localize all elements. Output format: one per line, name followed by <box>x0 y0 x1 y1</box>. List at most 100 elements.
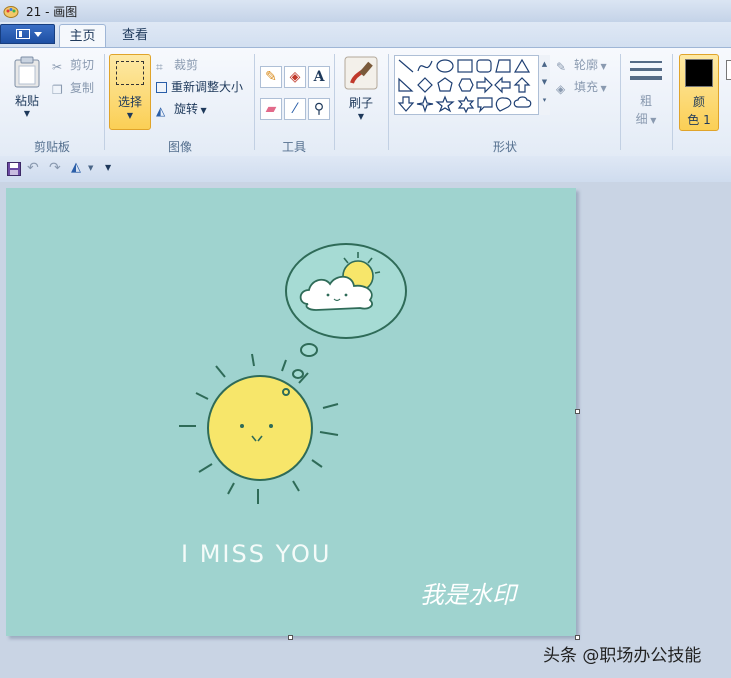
tools-group-label: 工具 <box>281 140 306 154</box>
cloud-callout-shape-icon <box>513 96 532 108</box>
polygon-shape-icon <box>495 59 511 73</box>
up-arrow-shape-icon <box>513 77 531 93</box>
pentagon-shape-icon <box>437 77 453 92</box>
right-triangle-shape-icon <box>398 77 414 92</box>
rotate-icon: ◭ <box>156 104 166 118</box>
fill-bucket-icon: ◈ <box>556 82 566 96</box>
copy-button[interactable]: ❐ 复制 <box>52 79 94 97</box>
size-label-1: 粗 <box>639 94 652 108</box>
expand-gallery-icon: ▾ <box>542 96 547 104</box>
color-picker-tool[interactable]: ⁄ <box>284 98 306 120</box>
rotate-button[interactable]: ◭ 旋转 ▼ <box>156 100 207 118</box>
oval-callout-shape-icon <box>495 97 512 112</box>
down-arrow-shape-icon <box>397 96 415 112</box>
brushes-button[interactable]: 刷子 ▼ <box>342 54 380 130</box>
redo-icon[interactable]: ↷ <box>49 160 61 176</box>
chevron-down-icon: ▼ <box>23 109 31 118</box>
thought-bubble <box>285 243 407 379</box>
paste-icon[interactable] <box>13 56 41 88</box>
select-label: 选择 <box>117 95 142 109</box>
pencil-tool[interactable]: ✎ <box>260 66 282 88</box>
drawing-canvas[interactable] <box>6 188 576 636</box>
chevron-down-icon: ▼ <box>598 62 607 71</box>
eraser-tool[interactable]: ▰ <box>260 98 282 120</box>
pencil-icon: ✎ <box>265 69 277 85</box>
brushes-label: 刷子 <box>348 96 373 110</box>
cut-button[interactable]: ✂ 剪切 <box>52 56 94 74</box>
group-divider <box>334 54 335 150</box>
eyedropper-icon: ⁄ <box>293 101 297 117</box>
size-label-2-text: 细 <box>635 112 648 126</box>
fill-label: 填充 <box>574 80 599 94</box>
shapes-gallery[interactable] <box>394 55 550 115</box>
rotate-qat-icon[interactable]: ◭ <box>71 160 81 175</box>
ribbon: 粘贴 ▼ ✂ 剪切 ❐ 复制 剪贴板 选择 ▼ ⌗ 裁剪 重新调整大小 ◭ 旋转 ▼ 图… <box>0 47 731 157</box>
eraser-icon: ▰ <box>265 101 277 117</box>
scissors-icon: ✂ <box>52 60 63 74</box>
canvas-illustration <box>179 243 407 504</box>
outline-pen-icon: ✎ <box>556 60 567 74</box>
tab-view[interactable]: 查看 <box>114 24 156 48</box>
color1-button[interactable]: 颜 色 1 <box>679 54 719 131</box>
tab-home[interactable]: 主页 <box>59 24 106 48</box>
magnifier-icon: ⚲ <box>313 101 325 117</box>
shapes-scrollbar[interactable]: ▲ ▼ ▾ <box>538 55 550 115</box>
group-divider <box>104 54 105 150</box>
magnifier-tool[interactable]: ⚲ <box>308 98 330 120</box>
diamond-shape-icon <box>417 77 433 93</box>
triangle-shape-icon <box>513 58 531 73</box>
paste-button[interactable]: 粘贴 ▼ <box>8 92 46 119</box>
color2-button-partial[interactable] <box>726 60 731 80</box>
oval-shape-icon <box>436 59 454 73</box>
fill-button[interactable]: ◈ 填充 ▼ <box>556 78 607 96</box>
chevron-down-icon: ▼ <box>598 84 607 93</box>
four-point-star-shape-icon <box>416 95 434 113</box>
color1-swatch <box>685 59 713 87</box>
brush-icon <box>344 56 378 90</box>
ribbon-tab-row <box>0 22 731 48</box>
scroll-up-icon: ▲ <box>541 60 548 68</box>
cut-label: 剪切 <box>70 58 95 72</box>
source-credit: 头条 @职场办公技能 <box>543 646 702 666</box>
group-divider <box>620 54 621 150</box>
group-divider <box>388 54 389 150</box>
chevron-down-icon[interactable]: ▼ <box>88 164 93 172</box>
scroll-down-icon: ▼ <box>541 78 548 86</box>
customize-qat-icon[interactable]: ▼ <box>105 163 111 172</box>
resize-button[interactable]: 重新调整大小 <box>156 78 243 95</box>
outline-button[interactable]: ✎ 轮廓 ▼ <box>556 56 607 74</box>
five-point-star-shape-icon <box>435 95 455 113</box>
undo-icon[interactable]: ↶ <box>27 160 39 176</box>
crop-button[interactable]: ⌗ 裁剪 <box>156 56 198 74</box>
image-group-label: 图像 <box>167 140 192 154</box>
outline-label: 轮廓 <box>574 58 599 72</box>
paint-app-icon[interactable] <box>3 3 19 19</box>
big-sun <box>179 353 339 504</box>
save-icon[interactable] <box>7 162 21 176</box>
fill-tool[interactable]: ◈ <box>284 66 306 88</box>
size-button[interactable]: 粗 细 ▼ <box>626 54 666 130</box>
rotate-label: 旋转 <box>174 102 199 116</box>
chevron-down-icon: ▼ <box>198 106 207 115</box>
file-menu-button[interactable] <box>0 24 55 44</box>
canvas-caption: I MISS YOU <box>181 540 332 568</box>
group-divider <box>254 54 255 150</box>
select-button[interactable]: 选择 ▼ <box>109 54 151 130</box>
resize-handle-right[interactable] <box>575 409 580 414</box>
chevron-down-icon: ▼ <box>357 112 365 121</box>
select-rectangle-icon <box>116 61 144 85</box>
text-tool[interactable]: A <box>308 66 330 88</box>
chevron-down-icon: ▼ <box>647 116 657 125</box>
line-shape-icon <box>398 59 414 73</box>
left-arrow-shape-icon <box>494 76 511 94</box>
crop-icon: ⌗ <box>156 60 163 74</box>
color1-label-1: 颜 <box>692 95 705 109</box>
resize-handle-bottom[interactable] <box>288 635 293 640</box>
crop-label: 裁剪 <box>174 58 199 72</box>
curve-shape-icon <box>417 60 433 72</box>
resize-label: 重新调整大小 <box>171 80 244 94</box>
resize-handle-corner[interactable] <box>575 635 580 640</box>
line-thickness-icon <box>630 58 662 80</box>
shapes-gallery-icons <box>397 58 532 114</box>
resize-icon <box>156 82 167 93</box>
